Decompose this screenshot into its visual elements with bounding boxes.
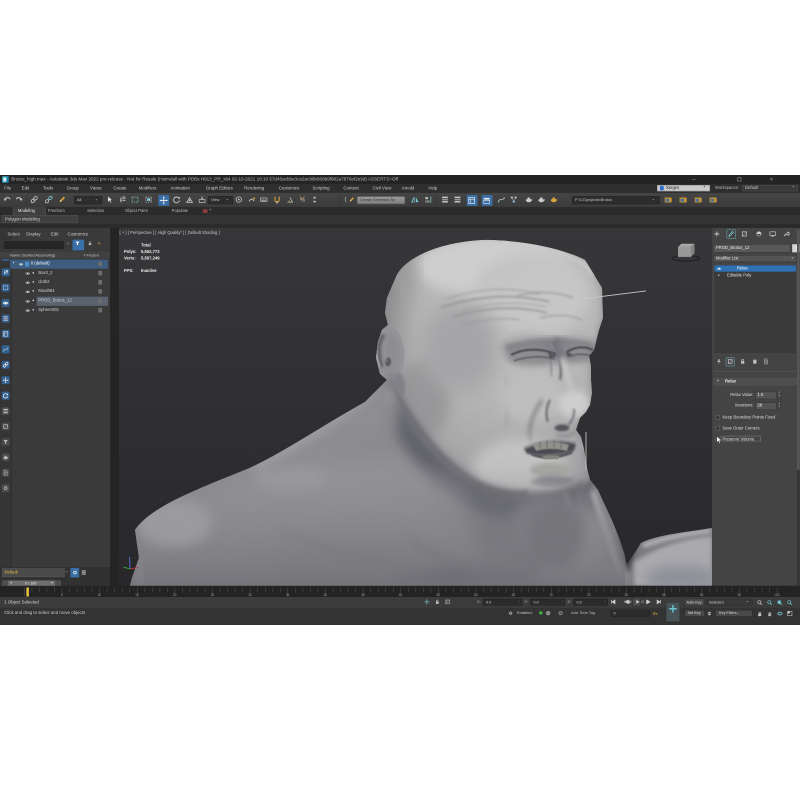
svg-text:20: 20: [173, 593, 177, 597]
svg-text:100: 100: [774, 593, 780, 597]
svg-text:40: 40: [323, 593, 327, 597]
svg-text:95: 95: [737, 593, 741, 597]
svg-text:30: 30: [248, 593, 252, 597]
svg-text:60: 60: [474, 593, 478, 597]
svg-text:90: 90: [700, 593, 704, 597]
svg-text:70: 70: [549, 593, 553, 597]
svg-text:25: 25: [210, 593, 214, 597]
svg-text:80: 80: [624, 593, 628, 597]
svg-text:5: 5: [61, 593, 63, 597]
svg-text:85: 85: [662, 593, 666, 597]
svg-text:35: 35: [286, 593, 290, 597]
svg-text:65: 65: [512, 593, 516, 597]
svg-text:75: 75: [587, 593, 591, 597]
svg-text:10: 10: [98, 593, 102, 597]
svg-text:45: 45: [361, 593, 365, 597]
svg-text:50: 50: [399, 593, 403, 597]
svg-text:55: 55: [436, 593, 440, 597]
svg-text:3: 3: [276, 200, 278, 203]
svg-text:15: 15: [135, 593, 139, 597]
